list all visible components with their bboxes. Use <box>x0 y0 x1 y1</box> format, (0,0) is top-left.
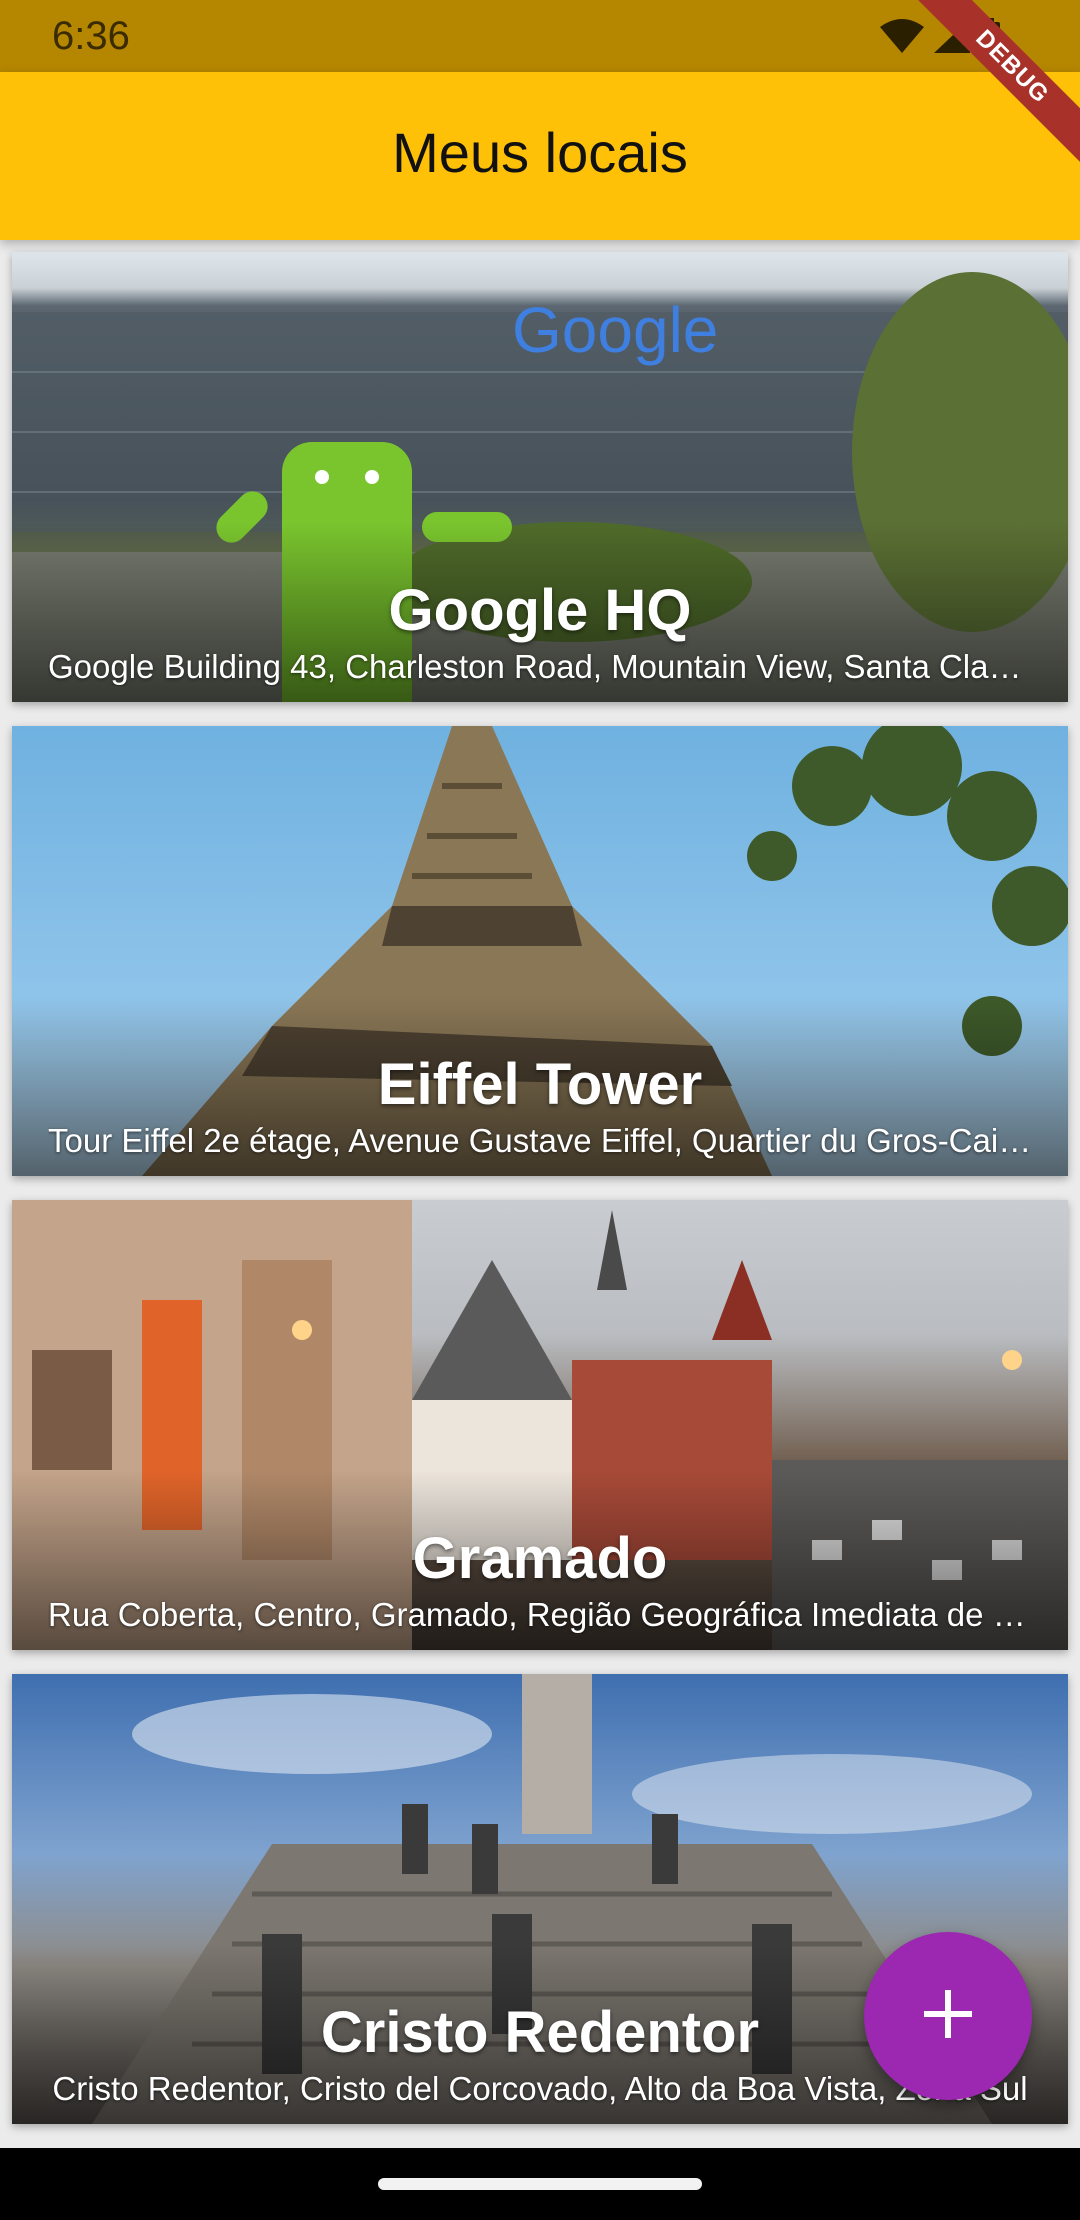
home-gesture-handle[interactable] <box>378 2178 702 2190</box>
place-name: Eiffel Tower <box>377 1052 703 1117</box>
app-bar: Meus locais <box>0 72 1080 240</box>
svg-text:Google: Google <box>512 294 718 366</box>
battery-icon <box>980 18 1000 59</box>
place-address: Rua Coberta, Centro, Gramado, Região Geo… <box>48 1596 1032 1633</box>
place-card-gramado[interactable]: Gramado Rua Coberta, Centro, Gramado, Re… <box>12 1200 1068 1650</box>
status-time: 6:36 <box>52 14 130 58</box>
page-title: Meus locais <box>392 121 688 184</box>
screen: 6:36 DEBUG Meus locais Google Google HQ … <box>0 0 1080 2220</box>
status-icons <box>880 18 1000 59</box>
add-place-button[interactable] <box>864 1932 1032 2100</box>
plus-icon <box>924 1989 972 2043</box>
place-address: Tour Eiffel 2e étage, Avenue Gustave Eif… <box>48 1122 1032 1159</box>
navigation-bar <box>0 2148 1080 2220</box>
place-card-eiffel-tower[interactable]: Eiffel Tower Tour Eiffel 2e étage, Avenu… <box>12 726 1068 1176</box>
place-name: Gramado <box>412 1526 668 1591</box>
place-address: Google Building 43, Charleston Road, Mou… <box>48 648 1032 685</box>
place-list: Google Google HQ Google Building 43, Cha… <box>12 252 1068 2148</box>
wifi-icon <box>880 19 924 58</box>
signal-icon <box>934 19 970 58</box>
status-bar: 6:36 <box>0 0 1080 72</box>
place-card-google-hq[interactable]: Google Google HQ Google Building 43, Cha… <box>12 252 1068 702</box>
place-address: Cristo Redentor, Cristo del Corcovado, A… <box>52 2070 1028 2107</box>
place-name: Google HQ <box>388 578 692 643</box>
